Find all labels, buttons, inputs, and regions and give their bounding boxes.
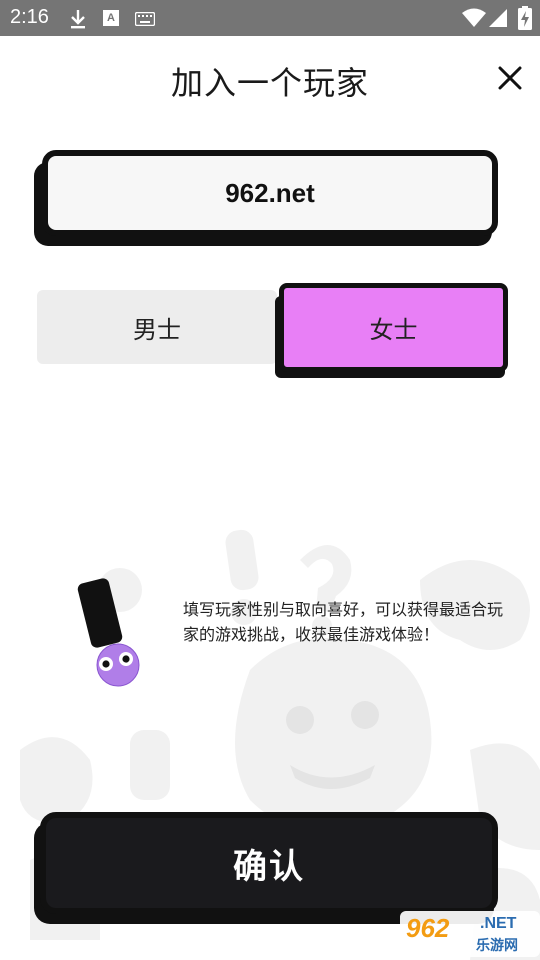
font-a-icon: A (103, 10, 119, 26)
gender-option-female[interactable]: 女士 (279, 283, 508, 372)
player-name-field[interactable]: 962.net (42, 150, 498, 236)
exclamation-mascot (77, 578, 140, 687)
status-bar: 2:16 A (0, 0, 540, 36)
hint-text: 填写玩家性别与取向喜好，可以获得最适合玩家的游戏挑战，收获最佳游戏体验！ (183, 600, 504, 644)
watermark-logo: 962 (406, 913, 450, 943)
gender-option-male[interactable]: 男士 (37, 290, 277, 364)
signal-icon (489, 9, 507, 27)
site-watermark: 962 .NET 乐游网 (400, 911, 540, 957)
battery-icon (518, 6, 532, 30)
close-icon[interactable] (494, 62, 526, 94)
status-time: 2:16 (10, 6, 49, 28)
confirm-button[interactable]: 确认 (40, 812, 498, 914)
watermark-subtitle: 乐游网 (476, 938, 518, 954)
download-icon (71, 10, 85, 29)
watermark-net: .NET (480, 915, 517, 932)
keyboard-icon (135, 12, 155, 26)
page-title: 加入一个玩家 (170, 64, 369, 102)
wifi-icon (462, 8, 486, 27)
